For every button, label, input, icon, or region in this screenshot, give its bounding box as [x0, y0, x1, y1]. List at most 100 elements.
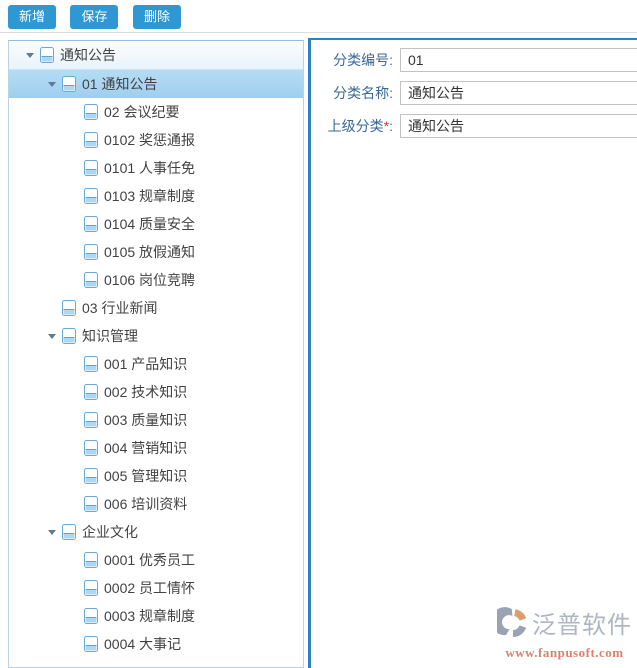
tree-node-label[interactable]: 0001 优秀员工: [104, 546, 195, 574]
tree-node-label[interactable]: 0101 人事任免: [104, 154, 195, 182]
document-icon: [84, 244, 98, 260]
expander-spacer: [65, 216, 83, 232]
tree-node[interactable]: 001 产品知识: [9, 350, 303, 378]
category-code-field-row: 分类编号:: [315, 48, 637, 72]
tree-node-label[interactable]: 0002 员工情怀: [104, 574, 195, 602]
document-icon: [84, 608, 98, 624]
field-label-colon: :: [389, 52, 393, 68]
document-icon: [84, 216, 98, 232]
parent-category-input[interactable]: [400, 114, 637, 138]
tree-node-label[interactable]: 0105 放假通知: [104, 238, 195, 266]
tree-node[interactable]: 0002 员工情怀: [9, 574, 303, 602]
tree-node-label[interactable]: 企业文化: [82, 518, 138, 546]
tree-node[interactable]: 0105 放假通知: [9, 238, 303, 266]
expander-spacer: [65, 384, 83, 400]
tree-node[interactable]: 02 会议纪要: [9, 98, 303, 126]
tree-node[interactable]: 0106 岗位竞聘: [9, 266, 303, 294]
tree-node-label[interactable]: 0003 规章制度: [104, 602, 195, 630]
document-icon: [84, 132, 98, 148]
tree-node[interactable]: 006 培训资料: [9, 490, 303, 518]
document-icon: [84, 272, 98, 288]
document-icon: [84, 412, 98, 428]
tree-node-label[interactable]: 0106 岗位竞聘: [104, 266, 195, 294]
document-icon: [84, 580, 98, 596]
field-label-text: 分类编号: [333, 52, 389, 68]
expander-spacer: [65, 356, 83, 372]
tree-node-label[interactable]: 03 行业新闻: [82, 294, 157, 322]
tree-node-label[interactable]: 02 会议纪要: [104, 98, 179, 126]
add-button[interactable]: 新增: [8, 5, 56, 29]
document-icon: [84, 496, 98, 512]
save-button[interactable]: 保存: [70, 5, 118, 29]
tree-node-label[interactable]: 004 营销知识: [104, 434, 187, 462]
tree-node[interactable]: 0104 质量安全: [9, 210, 303, 238]
tree-node-label[interactable]: 0004 大事记: [104, 630, 181, 658]
document-icon: [62, 328, 76, 344]
field-label-text: 上级分类: [328, 118, 384, 134]
tree-node-label[interactable]: 0104 质量安全: [104, 210, 195, 238]
tree-node-label[interactable]: 知识管理: [82, 322, 138, 350]
expander-spacer: [65, 244, 83, 260]
tree-node-label[interactable]: 0102 奖惩通报: [104, 126, 195, 154]
category-name-input[interactable]: [400, 81, 637, 105]
field-label-text: 分类名称: [333, 85, 389, 101]
tree-node[interactable]: 0102 奖惩通报: [9, 126, 303, 154]
tree-node[interactable]: 0004 大事记: [9, 630, 303, 658]
watermark: 泛普软件 www.fanpusoft.com: [497, 607, 632, 661]
tree-node[interactable]: 003 质量知识: [9, 406, 303, 434]
collapse-arrow-icon[interactable]: [43, 328, 61, 344]
tree-node[interactable]: 企业文化: [9, 518, 303, 546]
tree-node[interactable]: 知识管理: [9, 322, 303, 350]
watermark-brand-text: 泛普软件: [532, 614, 632, 638]
tree-node-label[interactable]: 003 质量知识: [104, 406, 187, 434]
tree-node[interactable]: 0103 规章制度: [9, 182, 303, 210]
document-icon: [84, 104, 98, 120]
tree-node-label[interactable]: 001 产品知识: [104, 350, 187, 378]
expander-spacer: [65, 188, 83, 204]
category-code-label: 分类编号:: [315, 50, 393, 70]
document-icon: [84, 468, 98, 484]
document-icon: [84, 384, 98, 400]
collapse-arrow-icon[interactable]: [21, 47, 39, 63]
collapse-arrow-icon[interactable]: [43, 76, 61, 92]
category-name-field-row: 分类名称:: [315, 81, 637, 105]
category-code-input[interactable]: [400, 48, 637, 72]
watermark-brand-row: 泛普软件: [497, 607, 632, 644]
tree-node-label[interactable]: 0103 规章制度: [104, 182, 195, 210]
fanpu-logo-icon: [497, 607, 529, 644]
tree-node[interactable]: 002 技术知识: [9, 378, 303, 406]
tree-node-label[interactable]: 006 培训资料: [104, 490, 187, 518]
tree-node-label[interactable]: 002 技术知识: [104, 378, 187, 406]
collapse-arrow-icon[interactable]: [43, 524, 61, 540]
tree-node[interactable]: 01 通知公告: [9, 70, 303, 98]
document-icon: [84, 356, 98, 372]
category-name-label: 分类名称:: [315, 83, 393, 103]
expander-spacer: [65, 412, 83, 428]
document-icon: [62, 300, 76, 316]
document-icon: [40, 47, 54, 63]
document-icon: [84, 552, 98, 568]
category-form-panel: 分类编号:分类名称:上级分类*: 泛普软件 www.fanpusoft.com: [308, 38, 637, 668]
document-icon: [84, 188, 98, 204]
delete-button[interactable]: 删除: [133, 5, 181, 29]
expander-spacer: [65, 272, 83, 288]
tree-node[interactable]: 通知公告: [9, 41, 303, 70]
tree-node[interactable]: 005 管理知识: [9, 462, 303, 490]
expander-spacer: [65, 160, 83, 176]
category-form: 分类编号:分类名称:上级分类*:: [315, 48, 637, 138]
tree-node-label[interactable]: 01 通知公告: [82, 70, 157, 98]
document-icon: [62, 76, 76, 92]
tree-node[interactable]: 0001 优秀员工: [9, 546, 303, 574]
expander-spacer: [65, 440, 83, 456]
tree-node[interactable]: 0003 规章制度: [9, 602, 303, 630]
tree-node-label[interactable]: 通知公告: [60, 41, 116, 69]
field-label-colon: :: [389, 118, 393, 134]
category-tree-panel: 通知公告01 通知公告02 会议纪要0102 奖惩通报0101 人事任免0103…: [8, 40, 304, 668]
tree-node[interactable]: 004 营销知识: [9, 434, 303, 462]
tree-node-label[interactable]: 005 管理知识: [104, 462, 187, 490]
tree-node[interactable]: 0101 人事任免: [9, 154, 303, 182]
expander-spacer: [65, 580, 83, 596]
expander-spacer: [65, 132, 83, 148]
tree-node[interactable]: 03 行业新闻: [9, 294, 303, 322]
document-icon: [84, 636, 98, 652]
